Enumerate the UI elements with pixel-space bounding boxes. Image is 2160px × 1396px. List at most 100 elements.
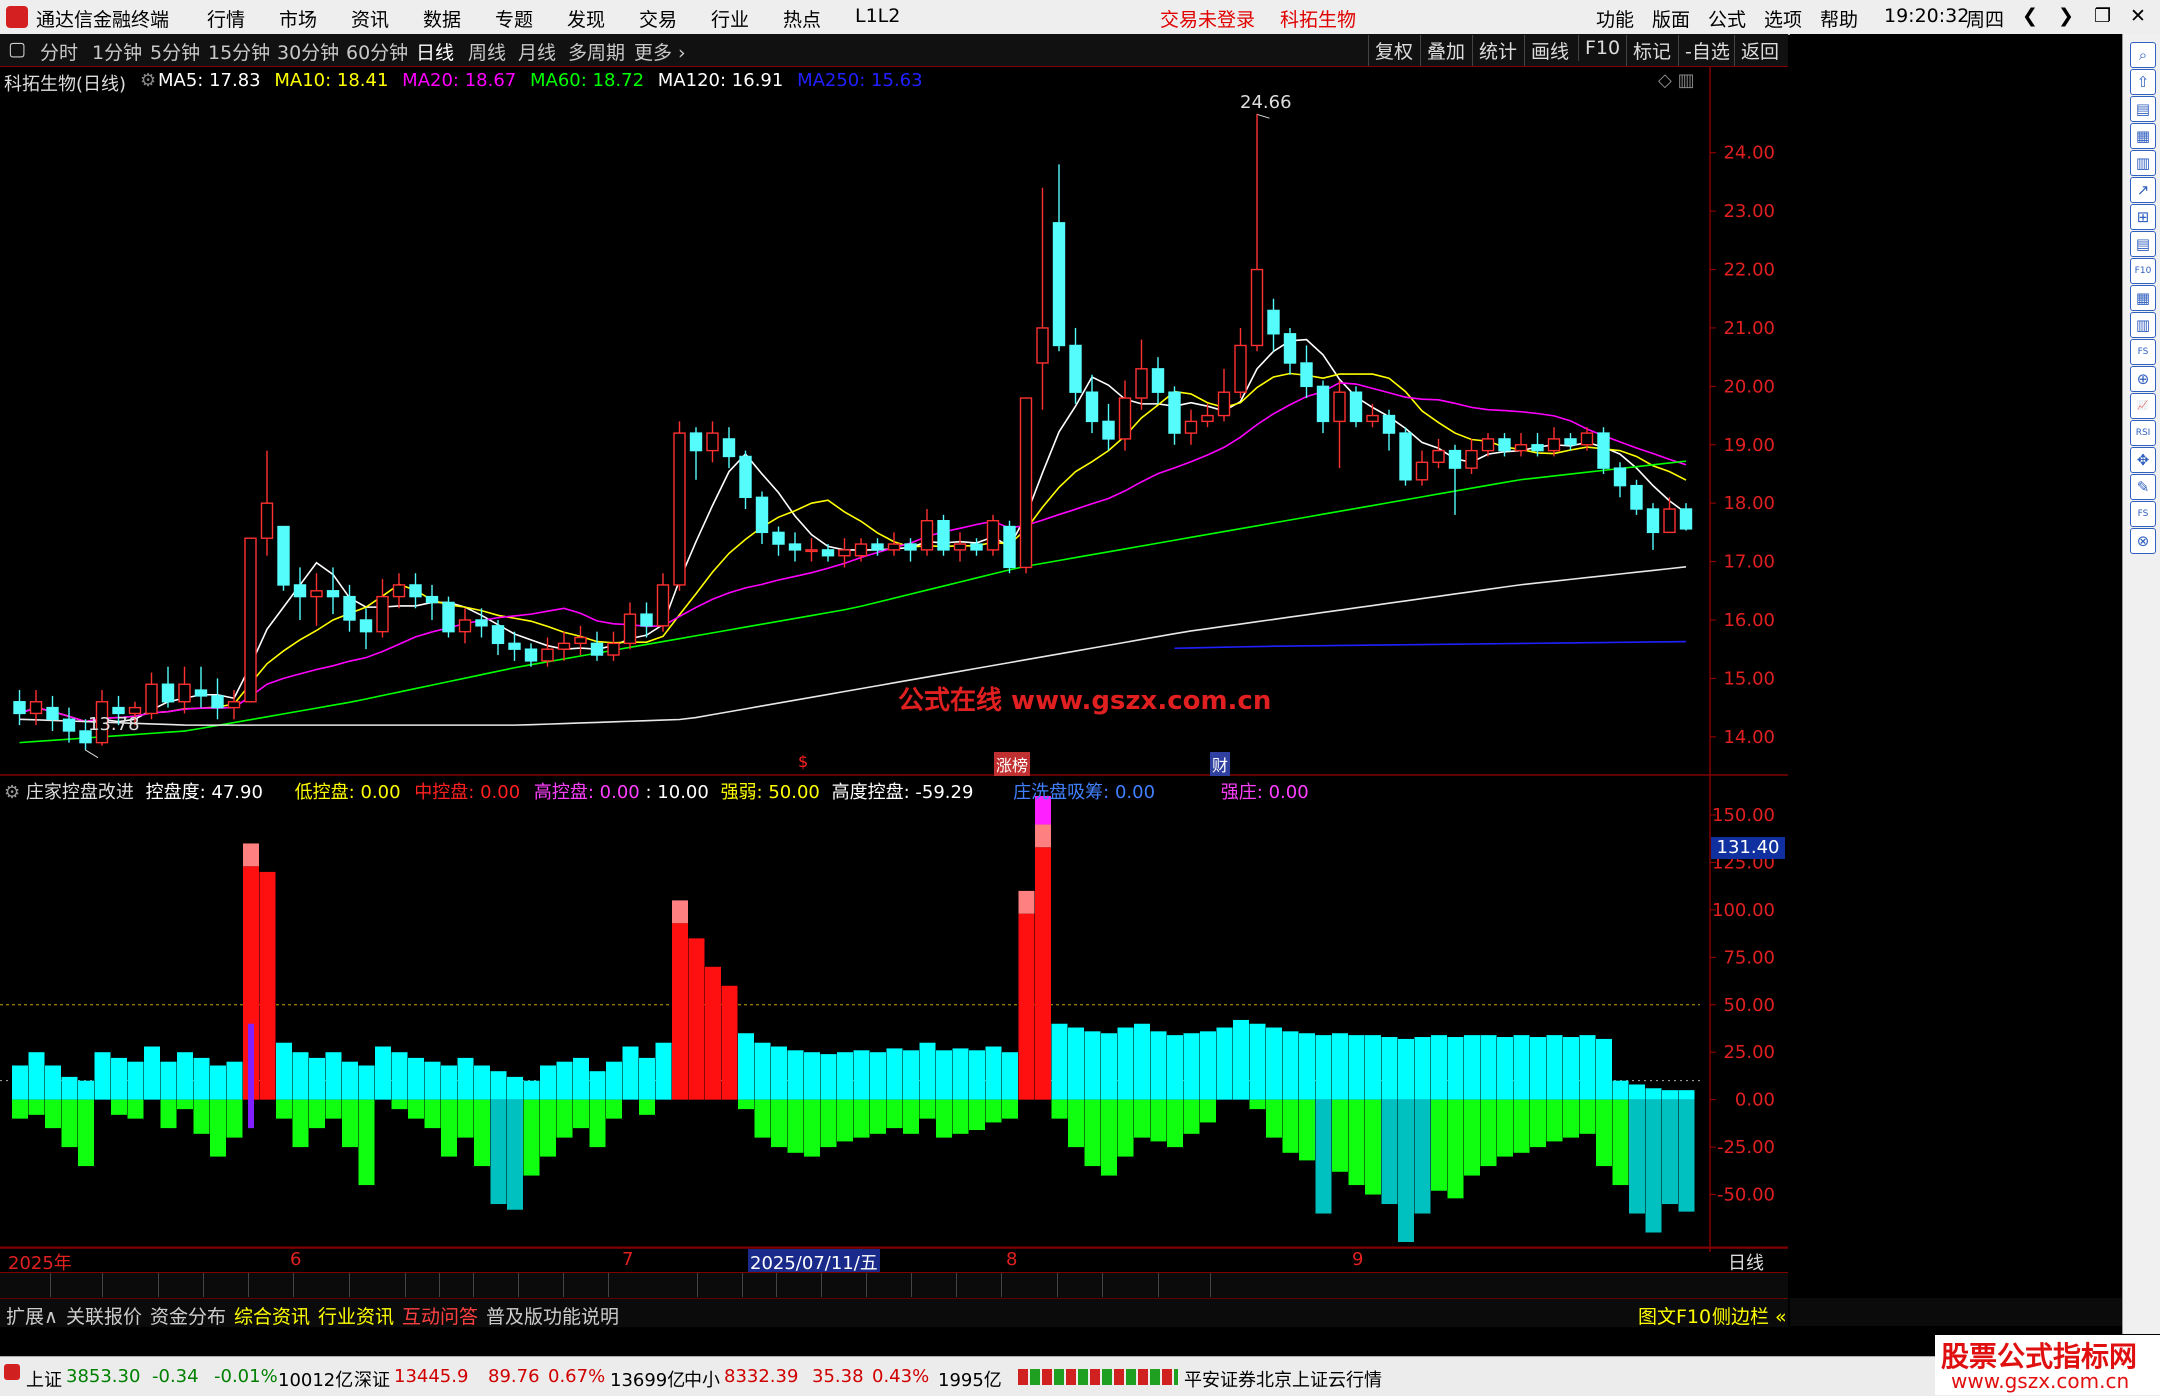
candle-body[interactable] (1036, 327, 1049, 364)
kline-icon[interactable]: ⊞ (2130, 204, 2156, 230)
candle-body[interactable] (887, 543, 901, 551)
candle-body[interactable] (392, 584, 406, 598)
move-icon[interactable]: ✥ (2130, 447, 2156, 473)
candle-body[interactable] (673, 432, 686, 586)
period-60min[interactable]: 60分钟 (346, 38, 408, 65)
adjust-button[interactable]: 复权 (1368, 35, 1419, 66)
chart2-icon[interactable]: 📈 (2130, 393, 2156, 419)
candle-body[interactable] (326, 590, 340, 598)
candle-body[interactable] (1300, 362, 1313, 388)
candle-body[interactable] (739, 455, 752, 499)
candle-body[interactable] (1465, 449, 1478, 469)
settings-dot-icon[interactable]: ⚙ (140, 70, 156, 91)
candle-body[interactable] (805, 549, 818, 553)
candle-body[interactable] (1564, 438, 1577, 446)
menu-item-function[interactable]: 功能 (1596, 5, 1634, 32)
kline-chart-svg[interactable]: 24.00 23.00 22.00 21.00 20.00 19.00 18.00 17.00… (0, 66, 1788, 1252)
candle-body[interactable] (541, 648, 554, 662)
period-5min[interactable]: 5分钟 (150, 38, 200, 65)
candle-body[interactable] (1630, 484, 1643, 510)
candle-body[interactable] (1646, 508, 1660, 534)
up-icon[interactable]: ⇧ (2130, 69, 2156, 95)
candle-body[interactable] (574, 636, 587, 645)
indicator-name[interactable]: 庄家控盘改进 (26, 782, 134, 803)
candle-body[interactable] (937, 519, 950, 551)
candle-body[interactable] (1052, 222, 1066, 347)
menu-item-industry[interactable]: 行业 (711, 5, 749, 32)
mark-button[interactable]: 标记 (1626, 35, 1677, 66)
tab-fund-distribution[interactable]: 资金分布 (150, 1302, 226, 1329)
add-watchlist-button[interactable]: -自选 (1678, 35, 1736, 66)
candle-body[interactable] (1382, 414, 1396, 434)
candle-body[interactable] (442, 601, 455, 633)
period-minute-chart[interactable]: 分时 (40, 38, 78, 65)
candle-body[interactable] (1316, 385, 1330, 423)
candle-body[interactable] (788, 543, 802, 551)
chart-option-icons[interactable]: ◇ ▥ (1658, 70, 1695, 91)
collapse-icon[interactable]: ▢ (8, 38, 26, 60)
list-icon[interactable]: ▥ (2130, 150, 2156, 176)
candle-body[interactable] (1019, 397, 1033, 569)
news-icon[interactable]: ▤ (2130, 231, 2156, 257)
marker-financial[interactable]: 财 (1210, 752, 1231, 776)
menu-item-formula[interactable]: 公式 (1708, 5, 1746, 32)
candle-body[interactable] (1267, 309, 1280, 335)
broker-server[interactable]: 平安证券北京上证云行情 (1184, 1366, 1382, 1392)
graphic-f10-link[interactable]: 图文F10 (1638, 1302, 1711, 1329)
menu-item-news[interactable]: 资讯 (351, 5, 389, 32)
candle-body[interactable] (1597, 432, 1610, 469)
grid-icon[interactable]: ▦ (2130, 285, 2156, 311)
candle-body[interactable] (112, 706, 125, 715)
candle-body[interactable] (689, 432, 703, 452)
tab-industry-news[interactable]: 行业资讯 (318, 1302, 394, 1329)
sidebar-toggle[interactable]: 侧边栏 « (1712, 1302, 1787, 1329)
close-window-icon[interactable]: ✕ (2130, 5, 2146, 27)
candle-body[interactable] (871, 543, 884, 551)
candle-body[interactable] (1184, 420, 1198, 434)
candle-body[interactable] (343, 595, 356, 621)
trade-login-status[interactable]: 交易未登录 (1160, 5, 1255, 32)
fs-icon[interactable]: FS (2130, 339, 2156, 365)
menu-item-trade[interactable]: 交易 (639, 5, 677, 32)
tab-composite-news[interactable]: 综合资讯 (234, 1302, 310, 1329)
candle-body[interactable] (970, 543, 983, 551)
back-arrow-icon[interactable]: ❮ (2022, 5, 2038, 27)
candle-body[interactable] (409, 584, 422, 598)
group-icon[interactable]: ⊗ (2130, 528, 2156, 554)
candle-body[interactable] (755, 496, 769, 534)
candle-body[interactable] (194, 689, 208, 697)
candle-body[interactable] (1118, 397, 1132, 440)
candle-body[interactable] (656, 584, 670, 627)
candle-body[interactable] (145, 683, 158, 715)
index-sz-name[interactable]: 深证 (354, 1366, 390, 1392)
candle-body[interactable] (1003, 525, 1016, 569)
candle-body[interactable] (1663, 508, 1676, 534)
chart-area[interactable]: 24.00 23.00 22.00 21.00 20.00 19.00 18.00 17.00… (0, 66, 1788, 1275)
index-sh-name[interactable]: 上证 (26, 1366, 62, 1392)
candle-body[interactable] (491, 625, 505, 645)
control-degree-bars[interactable] (12, 796, 1695, 1242)
candle-body[interactable] (1151, 368, 1165, 393)
stats-button[interactable]: 统计 (1472, 35, 1523, 66)
candle-body[interactable] (310, 590, 323, 598)
menu-item-discover[interactable]: 发现 (567, 5, 605, 32)
rsi-icon[interactable]: RSI (2130, 420, 2156, 446)
candle-body[interactable] (1679, 508, 1693, 530)
candle-body[interactable] (1349, 391, 1363, 423)
menu-item-data[interactable]: 数据 (423, 5, 461, 32)
candle-body[interactable] (1613, 467, 1627, 487)
candle-body[interactable] (722, 438, 736, 458)
candle-body[interactable] (376, 595, 389, 633)
candle-body[interactable] (1250, 268, 1264, 347)
forward-arrow-icon[interactable]: ❯ (2058, 5, 2074, 27)
candle-body[interactable] (1481, 438, 1495, 452)
candle-body[interactable] (1069, 344, 1082, 393)
indicator-settings-icon[interactable]: ⚙ (4, 782, 20, 803)
search-icon[interactable]: ⌕ (2130, 42, 2156, 68)
candle-body[interactable] (1135, 368, 1148, 399)
menu-item-hot[interactable]: 热点 (783, 5, 821, 32)
period-weekly[interactable]: 周线 (468, 38, 506, 65)
candle-body[interactable] (1201, 414, 1214, 423)
candle-body[interactable] (1498, 438, 1511, 452)
candle-body[interactable] (557, 642, 571, 650)
